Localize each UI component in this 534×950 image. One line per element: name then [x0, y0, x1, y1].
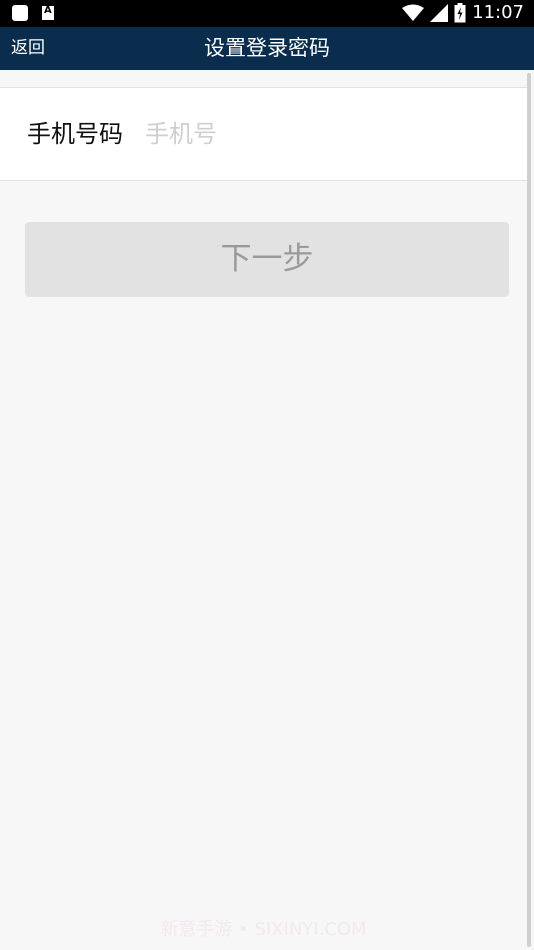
back-button[interactable]: 返回: [11, 27, 45, 70]
status-bar-right: 11:07: [402, 2, 524, 24]
status-time: 11:07: [472, 2, 524, 23]
phone-label: 手机号码: [27, 120, 123, 148]
battery-icon: [454, 3, 466, 23]
next-step-button[interactable]: 下一步: [25, 222, 509, 297]
cell-signal-icon: [430, 4, 449, 22]
title-bar: 设置登录密码 返回: [0, 27, 534, 70]
page-title: 设置登录密码: [204, 36, 330, 60]
phone-input[interactable]: [145, 114, 505, 154]
phone-row: 手机号码: [0, 87, 527, 181]
font-a-icon: [42, 5, 54, 20]
status-bar-left: [12, 5, 54, 21]
notification-square-icon: [12, 5, 28, 21]
scrollbar[interactable]: [527, 73, 531, 947]
wifi-icon: [402, 4, 425, 21]
status-bar: 11:07: [0, 0, 534, 27]
watermark: 新意手游 • SIXINYI.COM: [160, 919, 367, 940]
